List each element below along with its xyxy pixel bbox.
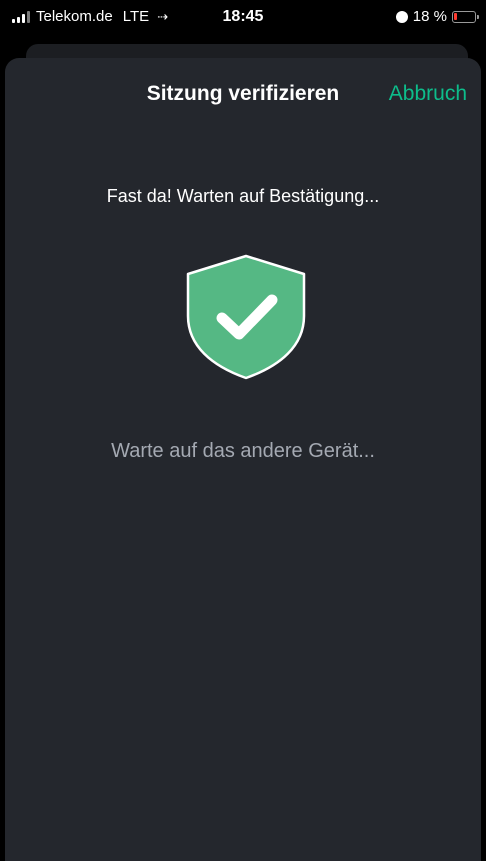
alarm-icon (395, 10, 408, 23)
status-bar-right: 18 % (395, 8, 479, 25)
screen: Telekom.de LTE ⇢ 18:45 18 % Sitzung veri… (0, 0, 486, 861)
confirmation-message: Fast da! Warten auf Bestätigung... (106, 186, 380, 206)
battery-level (454, 12, 457, 20)
cancel-button[interactable]: Abbruch (389, 82, 467, 106)
waiting-status: Warte auf das andere Gerät... (111, 440, 375, 462)
battery-icon (452, 10, 479, 23)
battery-percent: 18 % (412, 8, 447, 25)
status-bar: Telekom.de LTE ⇢ 18:45 18 % (0, 0, 486, 36)
shield-check-icon (186, 254, 306, 380)
sheet-header: Sitzung verifizieren Abbruch (5, 58, 481, 130)
verification-sheet: Sitzung verifizieren Abbruch Fast da! Wa… (5, 58, 481, 861)
